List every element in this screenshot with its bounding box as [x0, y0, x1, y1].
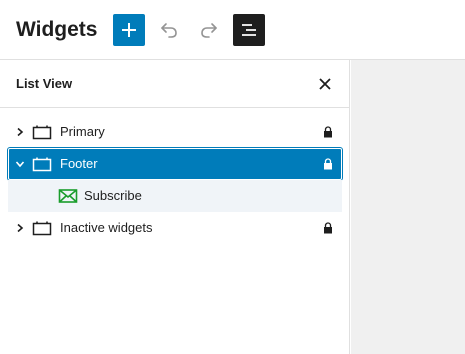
redo-button[interactable] [193, 14, 225, 46]
widget-area-icon [32, 218, 52, 238]
list-item-label: Primary [60, 124, 105, 139]
close-icon [319, 78, 331, 90]
panel-header: List View [0, 60, 350, 108]
widget-area-icon [32, 122, 52, 142]
chevron-right-icon [17, 223, 24, 233]
chevron-down-icon [15, 161, 25, 168]
expand-toggle[interactable] [12, 220, 28, 236]
list-view-button[interactable] [233, 14, 265, 46]
undo-icon [161, 23, 177, 38]
editor-header: Widgets [0, 0, 465, 60]
add-block-button[interactable] [113, 14, 145, 46]
list-view-icon [242, 24, 256, 36]
lock-icon [322, 156, 334, 172]
lock-icon [322, 124, 334, 140]
list-item-label: Subscribe [84, 188, 142, 203]
list-item-label: Inactive widgets [60, 220, 153, 235]
collapse-toggle[interactable] [12, 156, 28, 172]
list-item-label: Footer [60, 156, 98, 171]
list-item-inactive-widgets[interactable]: Inactive widgets [8, 212, 342, 244]
widget-area-icon [32, 154, 52, 174]
list-item-subscribe[interactable]: Subscribe [8, 180, 342, 212]
plus-icon [122, 23, 136, 37]
panel-title: List View [16, 76, 73, 91]
page-title: Widgets [16, 18, 98, 41]
lock-icon [322, 220, 334, 236]
close-list-view-button[interactable] [313, 72, 337, 96]
list-item-footer[interactable]: Footer [8, 148, 342, 180]
redo-icon [201, 23, 217, 38]
envelope-icon [58, 186, 78, 206]
editor-canvas[interactable] [351, 60, 465, 354]
expand-toggle[interactable] [12, 124, 28, 140]
undo-button[interactable] [153, 14, 185, 46]
list-view-panel: List View Primary Footer Subscribe Inact… [0, 60, 350, 354]
chevron-right-icon [17, 127, 24, 137]
list-item-primary[interactable]: Primary [8, 116, 342, 148]
